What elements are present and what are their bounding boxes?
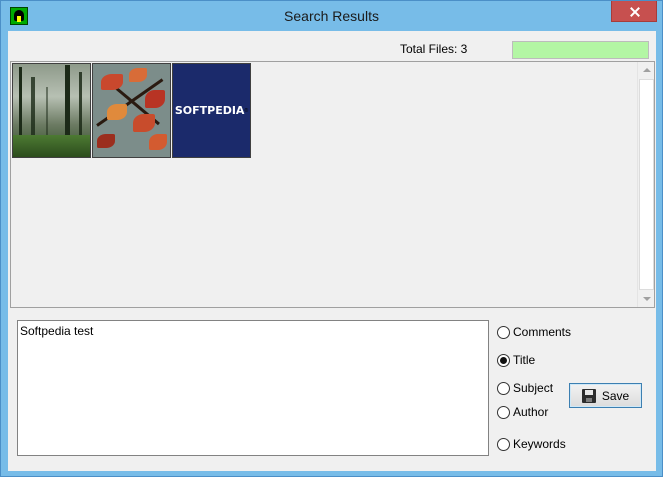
leaf-shape [129, 68, 147, 82]
radio-label: Title [513, 353, 536, 367]
progress-fill [513, 42, 648, 58]
radio-button[interactable] [497, 405, 510, 419]
thumbnail-leaves[interactable] [92, 63, 171, 158]
softpedia-logo: SOFTPEDIA [174, 104, 245, 117]
window-title: Search Results [284, 8, 379, 24]
radio-author[interactable]: Author [497, 405, 548, 419]
radio-subject[interactable]: Subject [497, 381, 553, 395]
leaf-shape [133, 114, 155, 132]
save-button[interactable]: Save [569, 383, 642, 408]
ground-shape [13, 135, 90, 157]
total-files-label: Total Files: 3 [400, 42, 468, 56]
thumbnail-softpedia[interactable]: SOFTPEDIA ® [172, 63, 251, 158]
thumbnail-strip: SOFTPEDIA ® [12, 63, 252, 158]
thumbnail-forest[interactable] [12, 63, 91, 158]
scroll-up-icon[interactable] [638, 62, 655, 79]
radio-button-checked[interactable] [497, 353, 510, 367]
leaf-shape [107, 104, 127, 120]
radio-label: Subject [513, 381, 554, 395]
leaf-shape [97, 134, 115, 148]
radio-keywords[interactable]: Keywords [497, 437, 566, 451]
radio-comments[interactable]: Comments [497, 325, 571, 339]
registered-mark: ® [244, 107, 249, 114]
scroll-track[interactable] [639, 79, 654, 290]
radio-label: Author [513, 405, 549, 419]
close-button[interactable] [611, 1, 657, 22]
save-button-label: Save [601, 388, 630, 403]
leaf-shape [145, 90, 165, 108]
leaf-shape [149, 134, 167, 150]
floppy-disk-icon [581, 388, 596, 403]
radio-title[interactable]: Title [497, 353, 535, 367]
title-bar[interactable]: Search Results [1, 1, 662, 31]
radio-label: Keywords [513, 437, 566, 451]
radio-button[interactable] [497, 381, 510, 395]
search-progress-bar [512, 41, 649, 59]
metadata-text-area[interactable]: Softpedia test [17, 320, 489, 456]
scroll-down-icon[interactable] [638, 290, 655, 307]
search-results-window: Search Results Total Files: 3 SOFTPEDIA … [0, 0, 663, 477]
client-area: Total Files: 3 SOFTPEDIA ® Softpedia tes… [8, 31, 656, 471]
leaf-shape [101, 74, 123, 90]
radio-button[interactable] [497, 437, 510, 451]
radio-button[interactable] [497, 325, 510, 339]
thumbnail-list[interactable]: SOFTPEDIA ® [10, 61, 655, 308]
thumbnail-scrollbar[interactable] [637, 62, 654, 307]
radio-label: Comments [513, 325, 572, 339]
